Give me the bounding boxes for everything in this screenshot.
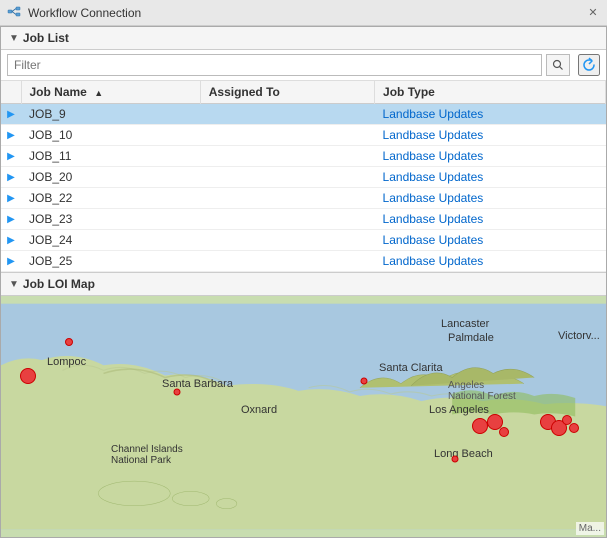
- job-name-cell: JOB_24: [21, 230, 200, 251]
- expand-cell[interactable]: ▶: [1, 188, 21, 209]
- job-table-header: Job Name ▲ Assigned To Job Type: [1, 81, 606, 104]
- job-name-cell: JOB_9: [21, 104, 200, 125]
- col-job-name[interactable]: Job Name ▲: [21, 81, 200, 104]
- col-expand: [1, 81, 21, 104]
- table-row[interactable]: ▶JOB_11 Landbase Updates: [1, 146, 606, 167]
- job-list-title: Job List: [23, 31, 69, 45]
- assigned-to-cell: [200, 188, 374, 209]
- expand-cell[interactable]: ▶: [1, 230, 21, 251]
- assigned-to-cell: [200, 104, 374, 125]
- assigned-to-cell: [200, 125, 374, 146]
- expand-cell[interactable]: ▶: [1, 104, 21, 125]
- job-name-cell: JOB_10: [21, 125, 200, 146]
- map-marker-11: [569, 423, 579, 433]
- sort-icon: ▲: [94, 88, 103, 98]
- filter-input[interactable]: [7, 54, 542, 76]
- table-row[interactable]: ▶JOB_22 Landbase Updates: [1, 188, 606, 209]
- map-marker-2: [65, 338, 73, 346]
- expand-cell[interactable]: ▶: [1, 251, 21, 272]
- table-row[interactable]: ▶JOB_10 Landbase Updates: [1, 125, 606, 146]
- job-list-header: ▼ Job List: [1, 27, 606, 50]
- assigned-to-cell: [200, 230, 374, 251]
- job-type-cell: Landbase Updates: [375, 104, 606, 125]
- assigned-to-cell: [200, 146, 374, 167]
- main-panel: ▼ Job List: [0, 26, 607, 538]
- close-button[interactable]: ✕: [585, 5, 601, 21]
- job-list-section: ▼ Job List: [1, 27, 606, 273]
- map-svg: [1, 296, 606, 537]
- job-type-cell: Landbase Updates: [375, 146, 606, 167]
- refresh-button[interactable]: [578, 54, 600, 76]
- title-label: Workflow Connection: [28, 6, 579, 20]
- expand-cell[interactable]: ▶: [1, 209, 21, 230]
- job-type-cell: Landbase Updates: [375, 230, 606, 251]
- job-loi-map-title: Job LOI Map: [23, 277, 95, 291]
- table-row[interactable]: ▶JOB_25 Landbase Updates: [1, 251, 606, 272]
- job-table: Job Name ▲ Assigned To Job Type ▶JOB_9La…: [1, 81, 606, 272]
- job-type-cell: Landbase Updates: [375, 125, 606, 146]
- filter-search-button[interactable]: [546, 54, 570, 76]
- col-assigned-to[interactable]: Assigned To: [200, 81, 374, 104]
- expand-cell[interactable]: ▶: [1, 167, 21, 188]
- job-type-cell: Landbase Updates: [375, 167, 606, 188]
- job-list-chevron-icon[interactable]: ▼: [9, 33, 19, 44]
- map-marker-7: [499, 427, 509, 437]
- map-marker-3: [174, 389, 181, 396]
- workflow-icon: [6, 5, 22, 21]
- job-loi-map-header: ▼ Job LOI Map: [1, 273, 606, 296]
- table-row[interactable]: ▶JOB_24 Landbase Updates: [1, 230, 606, 251]
- table-row[interactable]: ▶JOB_9 Landbase Updates: [1, 104, 606, 125]
- col-job-type[interactable]: Job Type: [375, 81, 606, 104]
- map-marker-12: [452, 456, 459, 463]
- assigned-to-cell: [200, 167, 374, 188]
- expand-cell[interactable]: ▶: [1, 125, 21, 146]
- filter-bar: [1, 50, 606, 81]
- job-type-cell: Landbase Updates: [375, 188, 606, 209]
- map-marker-1: [20, 368, 36, 384]
- map-watermark: Ma...: [576, 522, 604, 535]
- map-container[interactable]: Lompoc Lancaster Palmdale Santa Barbara …: [1, 296, 606, 537]
- job-loi-map-section: ▼ Job LOI Map: [1, 273, 606, 537]
- title-bar: Workflow Connection ✕: [0, 0, 607, 26]
- job-table-wrapper[interactable]: Job Name ▲ Assigned To Job Type ▶JOB_9La…: [1, 81, 606, 272]
- assigned-to-cell: [200, 251, 374, 272]
- job-type-cell: Landbase Updates: [375, 209, 606, 230]
- job-name-cell: JOB_23: [21, 209, 200, 230]
- expand-cell[interactable]: ▶: [1, 146, 21, 167]
- map-section-chevron-icon[interactable]: ▼: [9, 279, 19, 290]
- job-name-cell: JOB_25: [21, 251, 200, 272]
- map-marker-5: [472, 418, 488, 434]
- job-name-cell: JOB_20: [21, 167, 200, 188]
- job-name-cell: JOB_22: [21, 188, 200, 209]
- map-marker-4: [361, 378, 368, 385]
- assigned-to-cell: [200, 209, 374, 230]
- job-table-body: ▶JOB_9Landbase Updates▶JOB_10Landbase Up…: [1, 104, 606, 272]
- job-type-cell: Landbase Updates: [375, 251, 606, 272]
- job-name-cell: JOB_11: [21, 146, 200, 167]
- table-row[interactable]: ▶JOB_20 Landbase Updates: [1, 167, 606, 188]
- table-row[interactable]: ▶JOB_23 Landbase Updates: [1, 209, 606, 230]
